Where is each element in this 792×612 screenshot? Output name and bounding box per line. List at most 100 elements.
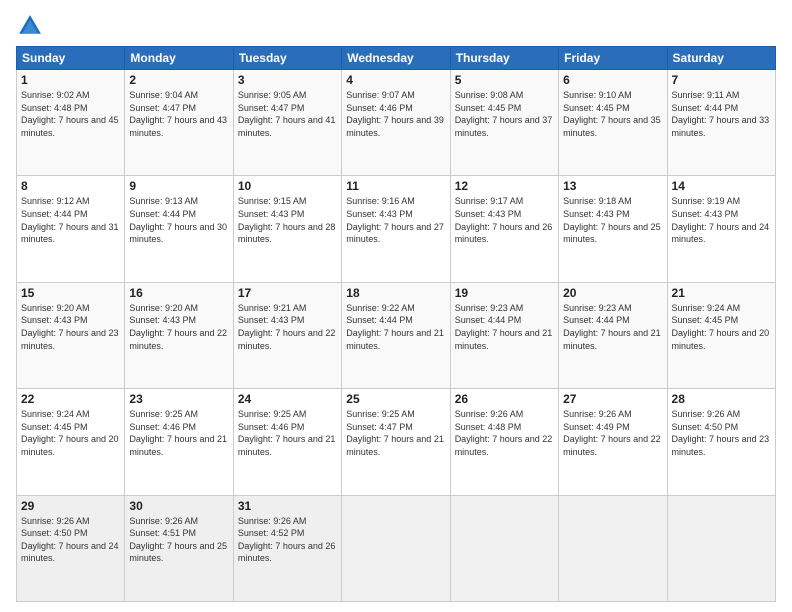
day-number: 11 bbox=[346, 179, 445, 193]
day-number: 21 bbox=[672, 286, 771, 300]
calendar-header-row: SundayMondayTuesdayWednesdayThursdayFrid… bbox=[17, 47, 776, 70]
day-header: Sunday bbox=[17, 47, 125, 70]
day-number: 8 bbox=[21, 179, 120, 193]
cell-info: Sunrise: 9:22 AMSunset: 4:44 PMDaylight:… bbox=[346, 302, 445, 352]
cell-info: Sunrise: 9:21 AMSunset: 4:43 PMDaylight:… bbox=[238, 302, 337, 352]
cell-info: Sunrise: 9:04 AMSunset: 4:47 PMDaylight:… bbox=[129, 89, 228, 139]
day-number: 20 bbox=[563, 286, 662, 300]
cell-info: Sunrise: 9:13 AMSunset: 4:44 PMDaylight:… bbox=[129, 195, 228, 245]
cell-info: Sunrise: 9:20 AMSunset: 4:43 PMDaylight:… bbox=[21, 302, 120, 352]
cell-info: Sunrise: 9:23 AMSunset: 4:44 PMDaylight:… bbox=[455, 302, 554, 352]
day-header: Friday bbox=[559, 47, 667, 70]
calendar-cell: 7 Sunrise: 9:11 AMSunset: 4:44 PMDaylight… bbox=[667, 70, 775, 176]
day-number: 13 bbox=[563, 179, 662, 193]
day-number: 16 bbox=[129, 286, 228, 300]
calendar-cell: 14 Sunrise: 9:19 AMSunset: 4:43 PMDayligh… bbox=[667, 176, 775, 282]
calendar-cell: 21 Sunrise: 9:24 AMSunset: 4:45 PMDayligh… bbox=[667, 282, 775, 388]
day-number: 5 bbox=[455, 73, 554, 87]
day-number: 1 bbox=[21, 73, 120, 87]
day-header: Monday bbox=[125, 47, 233, 70]
cell-info: Sunrise: 9:17 AMSunset: 4:43 PMDaylight:… bbox=[455, 195, 554, 245]
cell-info: Sunrise: 9:12 AMSunset: 4:44 PMDaylight:… bbox=[21, 195, 120, 245]
calendar-cell: 8 Sunrise: 9:12 AMSunset: 4:44 PMDaylight… bbox=[17, 176, 125, 282]
page: SundayMondayTuesdayWednesdayThursdayFrid… bbox=[0, 0, 792, 612]
day-number: 25 bbox=[346, 392, 445, 406]
day-number: 9 bbox=[129, 179, 228, 193]
calendar: SundayMondayTuesdayWednesdayThursdayFrid… bbox=[16, 46, 776, 602]
cell-info: Sunrise: 9:26 AMSunset: 4:52 PMDaylight:… bbox=[238, 515, 337, 565]
cell-info: Sunrise: 9:15 AMSunset: 4:43 PMDaylight:… bbox=[238, 195, 337, 245]
cell-info: Sunrise: 9:25 AMSunset: 4:46 PMDaylight:… bbox=[129, 408, 228, 458]
calendar-cell: 19 Sunrise: 9:23 AMSunset: 4:44 PMDayligh… bbox=[450, 282, 558, 388]
calendar-cell: 13 Sunrise: 9:18 AMSunset: 4:43 PMDayligh… bbox=[559, 176, 667, 282]
day-number: 7 bbox=[672, 73, 771, 87]
calendar-cell: 18Sunrise: 9:22 AMSunset: 4:44 PMDayligh… bbox=[342, 282, 450, 388]
cell-info: Sunrise: 9:19 AMSunset: 4:43 PMDaylight:… bbox=[672, 195, 771, 245]
header bbox=[16, 12, 776, 40]
calendar-cell: 24 Sunrise: 9:25 AMSunset: 4:46 PMDayligh… bbox=[233, 389, 341, 495]
calendar-cell: 31 Sunrise: 9:26 AMSunset: 4:52 PMDayligh… bbox=[233, 495, 341, 601]
day-number: 22 bbox=[21, 392, 120, 406]
day-number: 2 bbox=[129, 73, 228, 87]
day-header: Saturday bbox=[667, 47, 775, 70]
calendar-cell: 16 Sunrise: 9:20 AMSunset: 4:43 PMDayligh… bbox=[125, 282, 233, 388]
day-number: 19 bbox=[455, 286, 554, 300]
cell-info: Sunrise: 9:16 AMSunset: 4:43 PMDaylight:… bbox=[346, 195, 445, 245]
calendar-cell: 6 Sunrise: 9:10 AMSunset: 4:45 PMDaylight… bbox=[559, 70, 667, 176]
calendar-week-row: 8 Sunrise: 9:12 AMSunset: 4:44 PMDaylight… bbox=[17, 176, 776, 282]
calendar-week-row: 22Sunrise: 9:24 AMSunset: 4:45 PMDayligh… bbox=[17, 389, 776, 495]
cell-info: Sunrise: 9:20 AMSunset: 4:43 PMDaylight:… bbox=[129, 302, 228, 352]
day-number: 12 bbox=[455, 179, 554, 193]
cell-info: Sunrise: 9:26 AMSunset: 4:51 PMDaylight:… bbox=[129, 515, 228, 565]
day-number: 31 bbox=[238, 499, 337, 513]
calendar-body: 1 Sunrise: 9:02 AMSunset: 4:48 PMDaylight… bbox=[17, 70, 776, 602]
day-number: 26 bbox=[455, 392, 554, 406]
cell-info: Sunrise: 9:10 AMSunset: 4:45 PMDaylight:… bbox=[563, 89, 662, 139]
calendar-cell: 30 Sunrise: 9:26 AMSunset: 4:51 PMDayligh… bbox=[125, 495, 233, 601]
cell-info: Sunrise: 9:11 AMSunset: 4:44 PMDaylight:… bbox=[672, 89, 771, 139]
calendar-cell bbox=[450, 495, 558, 601]
day-number: 24 bbox=[238, 392, 337, 406]
day-number: 14 bbox=[672, 179, 771, 193]
calendar-cell: 17 Sunrise: 9:21 AMSunset: 4:43 PMDayligh… bbox=[233, 282, 341, 388]
calendar-cell: 22Sunrise: 9:24 AMSunset: 4:45 PMDayligh… bbox=[17, 389, 125, 495]
day-header: Wednesday bbox=[342, 47, 450, 70]
calendar-cell: 4Sunrise: 9:07 AMSunset: 4:46 PMDaylight… bbox=[342, 70, 450, 176]
day-header: Thursday bbox=[450, 47, 558, 70]
cell-info: Sunrise: 9:26 AMSunset: 4:48 PMDaylight:… bbox=[455, 408, 554, 458]
day-number: 28 bbox=[672, 392, 771, 406]
calendar-cell: 27Sunrise: 9:26 AMSunset: 4:49 PMDayligh… bbox=[559, 389, 667, 495]
cell-info: Sunrise: 9:02 AMSunset: 4:48 PMDaylight:… bbox=[21, 89, 120, 139]
calendar-cell: 9 Sunrise: 9:13 AMSunset: 4:44 PMDaylight… bbox=[125, 176, 233, 282]
day-number: 23 bbox=[129, 392, 228, 406]
calendar-cell bbox=[667, 495, 775, 601]
calendar-cell: 12 Sunrise: 9:17 AMSunset: 4:43 PMDayligh… bbox=[450, 176, 558, 282]
calendar-cell: 20 Sunrise: 9:23 AMSunset: 4:44 PMDayligh… bbox=[559, 282, 667, 388]
cell-info: Sunrise: 9:23 AMSunset: 4:44 PMDaylight:… bbox=[563, 302, 662, 352]
calendar-cell: 1 Sunrise: 9:02 AMSunset: 4:48 PMDaylight… bbox=[17, 70, 125, 176]
cell-info: Sunrise: 9:25 AMSunset: 4:46 PMDaylight:… bbox=[238, 408, 337, 458]
calendar-cell: 11 Sunrise: 9:16 AMSunset: 4:43 PMDayligh… bbox=[342, 176, 450, 282]
cell-info: Sunrise: 9:26 AMSunset: 4:49 PMDaylight:… bbox=[563, 408, 662, 458]
calendar-cell bbox=[342, 495, 450, 601]
cell-info: Sunrise: 9:26 AMSunset: 4:50 PMDaylight:… bbox=[672, 408, 771, 458]
cell-info: Sunrise: 9:24 AMSunset: 4:45 PMDaylight:… bbox=[672, 302, 771, 352]
day-number: 30 bbox=[129, 499, 228, 513]
day-header: Tuesday bbox=[233, 47, 341, 70]
calendar-week-row: 1 Sunrise: 9:02 AMSunset: 4:48 PMDaylight… bbox=[17, 70, 776, 176]
calendar-cell: 26 Sunrise: 9:26 AMSunset: 4:48 PMDayligh… bbox=[450, 389, 558, 495]
calendar-cell: 10Sunrise: 9:15 AMSunset: 4:43 PMDayligh… bbox=[233, 176, 341, 282]
calendar-cell bbox=[559, 495, 667, 601]
calendar-week-row: 15Sunrise: 9:20 AMSunset: 4:43 PMDayligh… bbox=[17, 282, 776, 388]
day-number: 17 bbox=[238, 286, 337, 300]
day-number: 6 bbox=[563, 73, 662, 87]
calendar-cell: 25 Sunrise: 9:25 AMSunset: 4:47 PMDayligh… bbox=[342, 389, 450, 495]
calendar-cell: 23 Sunrise: 9:25 AMSunset: 4:46 PMDayligh… bbox=[125, 389, 233, 495]
logo-icon bbox=[16, 12, 44, 40]
calendar-cell: 28 Sunrise: 9:26 AMSunset: 4:50 PMDayligh… bbox=[667, 389, 775, 495]
cell-info: Sunrise: 9:18 AMSunset: 4:43 PMDaylight:… bbox=[563, 195, 662, 245]
calendar-cell: 15Sunrise: 9:20 AMSunset: 4:43 PMDayligh… bbox=[17, 282, 125, 388]
cell-info: Sunrise: 9:25 AMSunset: 4:47 PMDaylight:… bbox=[346, 408, 445, 458]
cell-info: Sunrise: 9:05 AMSunset: 4:47 PMDaylight:… bbox=[238, 89, 337, 139]
calendar-cell: 3Sunrise: 9:05 AMSunset: 4:47 PMDaylight… bbox=[233, 70, 341, 176]
